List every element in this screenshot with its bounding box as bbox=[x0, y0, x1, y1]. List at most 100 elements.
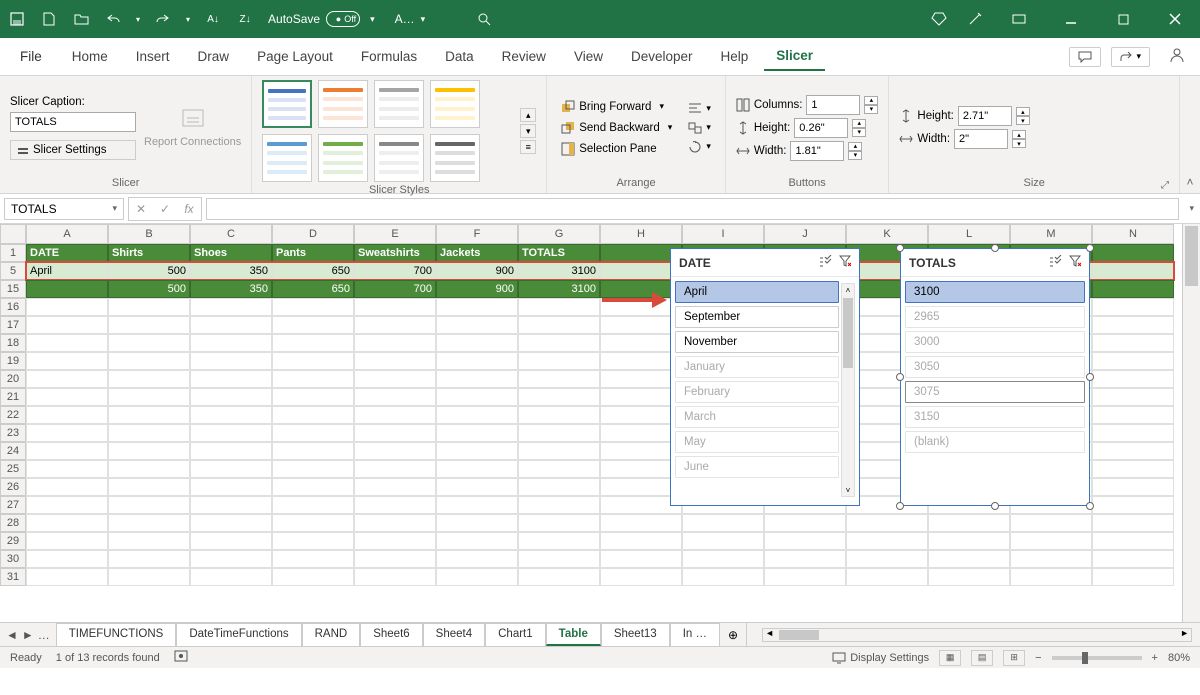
btn-width-field[interactable]: Width:▴▾ bbox=[736, 141, 879, 161]
cell[interactable] bbox=[682, 514, 764, 532]
tab-insert[interactable]: Insert bbox=[124, 43, 182, 70]
cell[interactable] bbox=[518, 424, 600, 442]
horizontal-scrollbar[interactable]: ◄► bbox=[762, 628, 1192, 642]
cell[interactable]: Sweatshirts bbox=[354, 244, 436, 262]
col-header[interactable]: L bbox=[928, 224, 1010, 244]
cell[interactable] bbox=[108, 496, 190, 514]
cell[interactable] bbox=[518, 496, 600, 514]
add-sheet-icon[interactable]: ⊕ bbox=[720, 628, 746, 642]
row-header[interactable]: 18 bbox=[0, 334, 26, 352]
send-backward-button[interactable]: Send Backward▾ bbox=[557, 119, 676, 137]
cell[interactable] bbox=[26, 352, 108, 370]
tab-formulas[interactable]: Formulas bbox=[349, 43, 429, 70]
account-icon[interactable] bbox=[1160, 46, 1194, 67]
cell[interactable] bbox=[846, 568, 928, 586]
row-header[interactable]: 21 bbox=[0, 388, 26, 406]
col-header[interactable]: B bbox=[108, 224, 190, 244]
bring-forward-button[interactable]: Bring Forward▾ bbox=[557, 98, 676, 116]
tab-home[interactable]: Home bbox=[60, 43, 120, 70]
cell[interactable] bbox=[190, 334, 272, 352]
cell[interactable] bbox=[518, 298, 600, 316]
cell[interactable] bbox=[272, 550, 354, 568]
cell[interactable] bbox=[1092, 406, 1174, 424]
sheet-tab[interactable]: In … bbox=[670, 623, 720, 646]
cell[interactable] bbox=[518, 460, 600, 478]
cell[interactable] bbox=[272, 298, 354, 316]
cell[interactable] bbox=[682, 532, 764, 550]
rotate-button[interactable]: ▾ bbox=[684, 139, 715, 155]
cell[interactable]: DATE bbox=[26, 244, 108, 262]
table-row[interactable] bbox=[26, 550, 1174, 568]
sheet-nav-more-icon[interactable]: … bbox=[38, 628, 50, 642]
cell[interactable] bbox=[190, 406, 272, 424]
cell[interactable] bbox=[518, 406, 600, 424]
cell[interactable] bbox=[518, 568, 600, 586]
cell[interactable] bbox=[1092, 568, 1174, 586]
table-row[interactable] bbox=[26, 514, 1174, 532]
cell[interactable] bbox=[272, 334, 354, 352]
cell[interactable] bbox=[518, 550, 600, 568]
selection-pane-button[interactable]: Selection Pane bbox=[557, 140, 676, 158]
cell[interactable] bbox=[26, 316, 108, 334]
cell[interactable] bbox=[764, 532, 846, 550]
zoom-in-icon[interactable]: + bbox=[1152, 652, 1158, 664]
btn-height-field[interactable]: Height:▴▾ bbox=[736, 118, 879, 138]
cell[interactable] bbox=[190, 568, 272, 586]
cell[interactable] bbox=[1092, 262, 1174, 280]
cell[interactable] bbox=[190, 532, 272, 550]
cell[interactable] bbox=[26, 370, 108, 388]
row-header[interactable]: 20 bbox=[0, 370, 26, 388]
cell[interactable]: 3100 bbox=[518, 262, 600, 280]
cell[interactable] bbox=[108, 514, 190, 532]
cell[interactable] bbox=[272, 568, 354, 586]
cell[interactable] bbox=[1092, 244, 1174, 262]
slicer-style-3[interactable] bbox=[374, 80, 424, 128]
slicer-date[interactable]: DATE AprilSeptemberNovemberJanuaryFebrua… bbox=[670, 248, 860, 506]
cell[interactable] bbox=[518, 532, 600, 550]
tab-slicer[interactable]: Slicer bbox=[764, 42, 825, 71]
cell[interactable] bbox=[190, 496, 272, 514]
cell[interactable] bbox=[108, 334, 190, 352]
cell[interactable] bbox=[436, 298, 518, 316]
cell[interactable] bbox=[1010, 568, 1092, 586]
multi-select-icon[interactable] bbox=[819, 255, 833, 270]
slicer-style-7[interactable] bbox=[374, 134, 424, 182]
tab-developer[interactable]: Developer bbox=[619, 43, 705, 70]
tab-draw[interactable]: Draw bbox=[186, 43, 242, 70]
cell[interactable] bbox=[354, 370, 436, 388]
cell[interactable] bbox=[108, 568, 190, 586]
cell[interactable] bbox=[354, 496, 436, 514]
cell[interactable]: 3100 bbox=[518, 280, 600, 298]
slicer-totals[interactable]: TOTALS 310029653000305030753150(blank) bbox=[900, 248, 1090, 506]
slicer-item[interactable]: 2965 bbox=[905, 306, 1085, 328]
cell[interactable] bbox=[26, 460, 108, 478]
formula-input[interactable] bbox=[206, 198, 1179, 220]
vertical-scrollbar[interactable] bbox=[1182, 224, 1200, 622]
cell[interactable] bbox=[436, 442, 518, 460]
cell[interactable] bbox=[436, 316, 518, 334]
cell[interactable] bbox=[682, 568, 764, 586]
gallery-down-icon[interactable]: ▾ bbox=[520, 124, 536, 138]
slicer-item[interactable]: (blank) bbox=[905, 431, 1085, 453]
cell[interactable] bbox=[928, 514, 1010, 532]
cell[interactable] bbox=[272, 442, 354, 460]
save-icon[interactable] bbox=[8, 10, 26, 28]
col-header[interactable]: C bbox=[190, 224, 272, 244]
cell[interactable] bbox=[1092, 298, 1174, 316]
cell[interactable] bbox=[272, 424, 354, 442]
cell[interactable] bbox=[354, 298, 436, 316]
cell[interactable] bbox=[108, 442, 190, 460]
cell[interactable] bbox=[846, 514, 928, 532]
slicer-style-2[interactable] bbox=[318, 80, 368, 128]
formula-expand-icon[interactable]: ▾ bbox=[1183, 203, 1200, 214]
col-header[interactable]: K bbox=[846, 224, 928, 244]
col-header[interactable]: A bbox=[26, 224, 108, 244]
cell[interactable] bbox=[354, 550, 436, 568]
cell[interactable] bbox=[436, 352, 518, 370]
normal-view-icon[interactable]: ▦ bbox=[939, 650, 961, 666]
cell[interactable] bbox=[108, 370, 190, 388]
columns-up-icon[interactable]: ▴ bbox=[864, 96, 878, 105]
cell[interactable] bbox=[436, 478, 518, 496]
col-header[interactable]: M bbox=[1010, 224, 1092, 244]
cell[interactable] bbox=[272, 388, 354, 406]
